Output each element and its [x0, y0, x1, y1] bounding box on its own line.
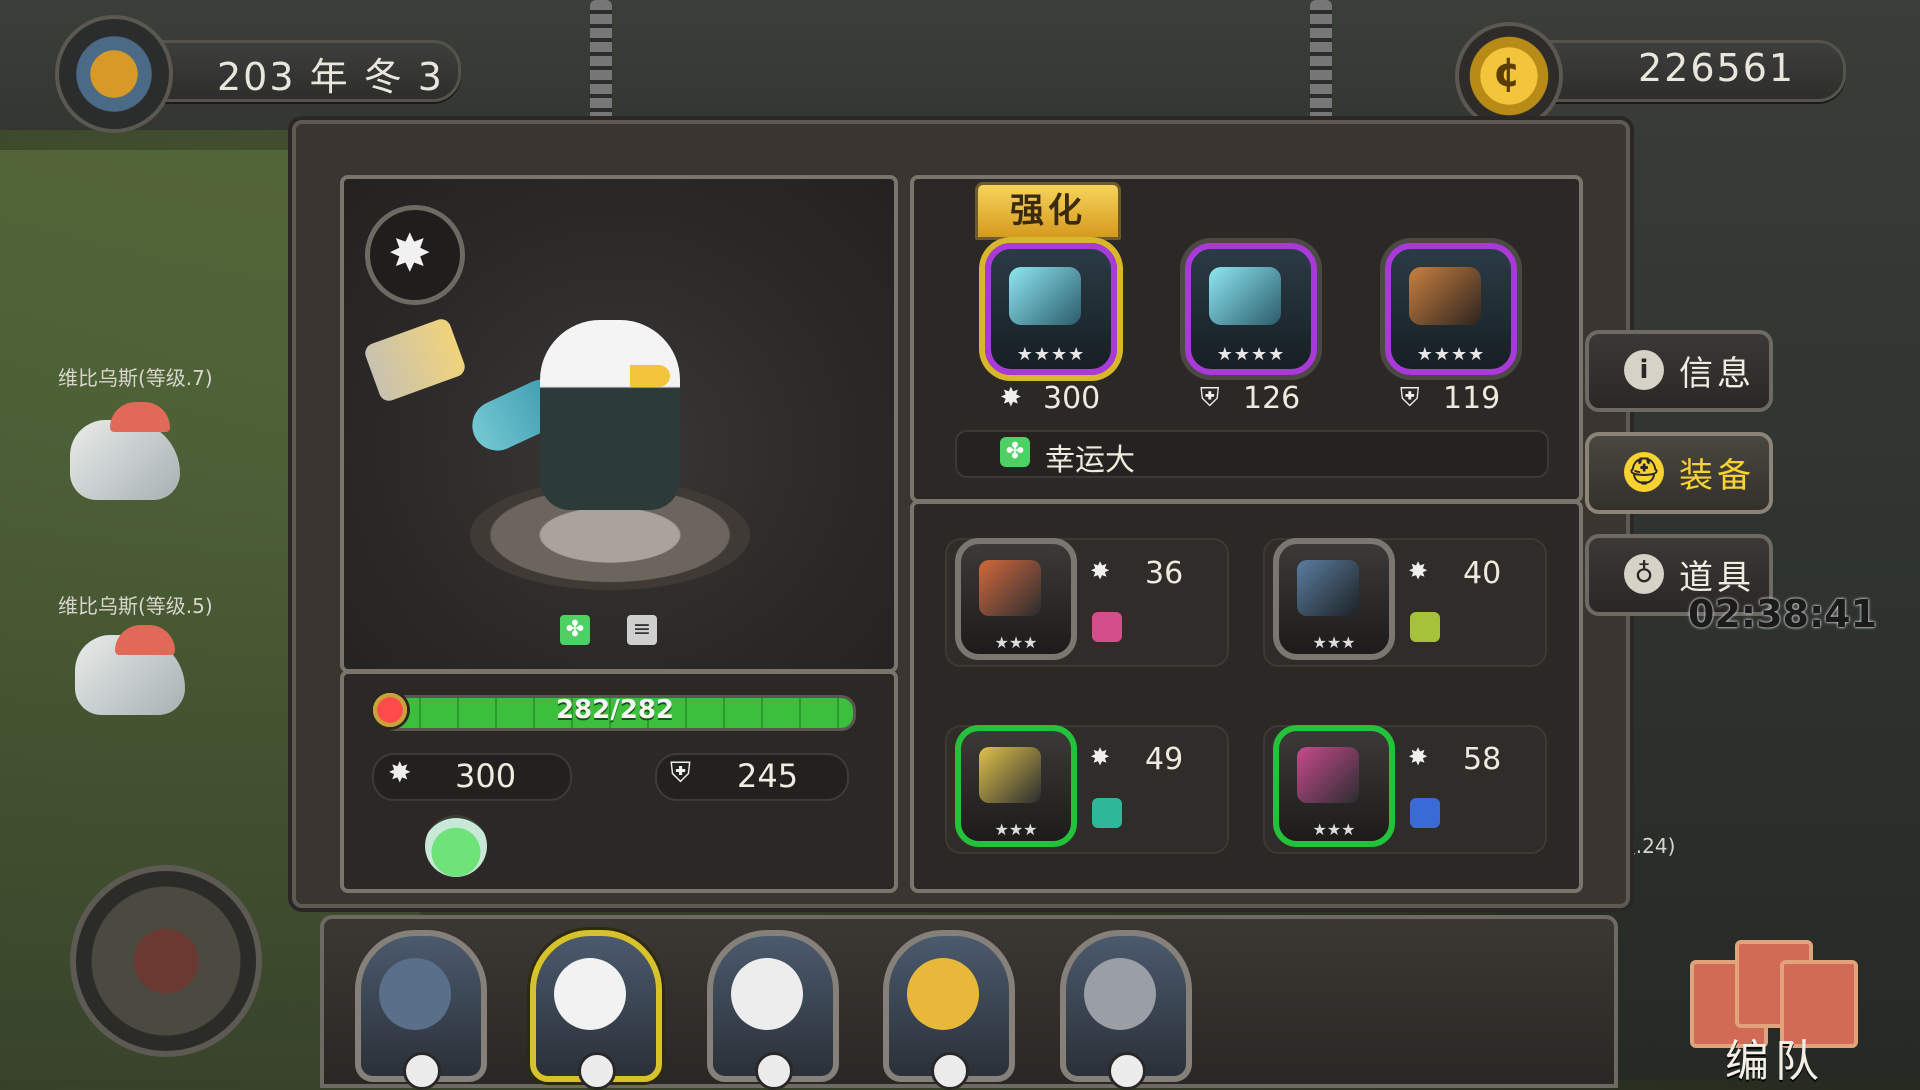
- slot-stars: ★★★★: [1416, 344, 1486, 365]
- hp-text: 282/282: [555, 695, 675, 725]
- team-formation-label: 编队: [1725, 1036, 1825, 1087]
- inventory-slot-1[interactable]: ★★★: [955, 538, 1077, 660]
- attack-icon: ✸: [1090, 743, 1111, 771]
- bag-icon: ♁: [1624, 554, 1664, 594]
- enemy-label-2: 维比乌斯(等级.5): [58, 594, 213, 618]
- gold-amount: 226561: [1638, 46, 1796, 90]
- shield-icon: ⛨: [1400, 383, 1420, 413]
- bow-icon: [1297, 560, 1359, 616]
- weapon-attack-value: 300: [1043, 381, 1101, 416]
- item-badge-icon: [1410, 612, 1440, 642]
- enhance-tab[interactable]: 强化: [975, 182, 1121, 240]
- bow-icon: [979, 747, 1041, 803]
- dagger-role-icon: [931, 1052, 969, 1090]
- tab-info[interactable]: i 信息: [1585, 330, 1773, 412]
- wolf-portrait: [379, 958, 451, 1030]
- gauntlet-icon: [1409, 267, 1481, 325]
- season-emblem-icon[interactable]: [55, 15, 173, 133]
- item-stars: ★★★: [994, 633, 1038, 652]
- party-member-leopard[interactable]: [883, 930, 1015, 1090]
- clover-icon[interactable]: ✤: [560, 615, 590, 645]
- chain-left: [590, 0, 612, 120]
- attack-icon: ✸: [388, 756, 412, 789]
- party-member-wolf[interactable]: [355, 930, 487, 1090]
- party-member-eagle[interactable]: [530, 930, 662, 1090]
- item-badge-icon: [1092, 798, 1122, 828]
- gold-coin-icon: ¢: [1455, 22, 1563, 130]
- attack-icon: ✸: [1408, 557, 1429, 585]
- attack-value: 300: [455, 757, 517, 795]
- helmet-icon: ⛑: [1624, 452, 1664, 492]
- attack-icon: ✸: [1000, 383, 1022, 413]
- item-badge-icon: [1410, 798, 1440, 828]
- shield-icon: ⛨: [670, 756, 692, 789]
- item-attack-value: 49: [1145, 742, 1184, 777]
- item-attack-value: 58: [1463, 742, 1502, 777]
- fist-role-icon: [755, 1052, 793, 1090]
- enemy-label-1: 维比乌斯(等级.7): [58, 366, 213, 390]
- inventory-slot-3[interactable]: ★★★: [955, 725, 1077, 847]
- eagle-portrait: [554, 958, 626, 1030]
- event-timer: 02:38:41: [1688, 592, 1878, 636]
- inventory-slot-4[interactable]: ★★★: [1273, 725, 1395, 847]
- eagle-beak: [630, 365, 670, 387]
- clover-icon: ✤: [1000, 437, 1030, 467]
- bow-icon: [1297, 747, 1359, 803]
- slot-stars: ★★★★: [1016, 344, 1086, 365]
- equipment-slot-weapon[interactable]: ★★★★: [985, 243, 1117, 375]
- item-attack-value: 36: [1145, 556, 1184, 591]
- bow-icon: [979, 560, 1041, 616]
- class-badge-icon[interactable]: ✸: [365, 205, 465, 305]
- crystal-bow-icon: [1009, 267, 1081, 325]
- attack-icon: ✸: [1408, 743, 1429, 771]
- item-attack-value: 40: [1463, 556, 1502, 591]
- item-badge-icon: [1092, 612, 1122, 642]
- slot-stars: ★★★★: [1216, 344, 1286, 365]
- tab-equipment[interactable]: ⛑ 装备: [1585, 432, 1773, 514]
- shield-icon: ⛨: [1200, 383, 1220, 413]
- armor-icon: [1209, 267, 1281, 325]
- inventory-slot-2[interactable]: ★★★: [1273, 538, 1395, 660]
- party-member-bear[interactable]: [707, 930, 839, 1090]
- item-stars: ★★★: [1312, 633, 1356, 652]
- shield-role-icon: [1108, 1052, 1146, 1090]
- tab-info-label: 信息: [1679, 354, 1755, 394]
- eagle-hero-portrait: [540, 320, 680, 510]
- polar-bear-portrait: [731, 958, 803, 1030]
- skill-name: 幸运大: [1045, 443, 1135, 478]
- equipment-slot-accessory[interactable]: ★★★★: [1385, 243, 1517, 375]
- equipment-slot-armor[interactable]: ★★★★: [1185, 243, 1317, 375]
- accessory-defense-value: 119: [1443, 381, 1501, 416]
- potion-icon[interactable]: [425, 815, 487, 877]
- item-stars: ★★★: [1312, 820, 1356, 839]
- party-member-elephant[interactable]: [1060, 930, 1192, 1090]
- armor-defense-value: 126: [1243, 381, 1301, 416]
- shield-role-icon: [403, 1052, 441, 1090]
- defense-value: 245: [737, 757, 799, 795]
- info-icon: i: [1624, 350, 1664, 390]
- tab-equipment-label: 装备: [1679, 456, 1755, 496]
- skull-role-icon: [578, 1052, 616, 1090]
- date-text: 203 年 冬 3: [217, 55, 444, 99]
- chain-right: [1310, 0, 1332, 120]
- elephant-portrait: [1084, 958, 1156, 1030]
- leopard-portrait: [907, 958, 979, 1030]
- item-stars: ★★★: [994, 820, 1038, 839]
- town-house-button[interactable]: [70, 865, 262, 1057]
- scroll-icon[interactable]: ≡: [627, 615, 657, 645]
- attack-icon: ✸: [1090, 557, 1111, 585]
